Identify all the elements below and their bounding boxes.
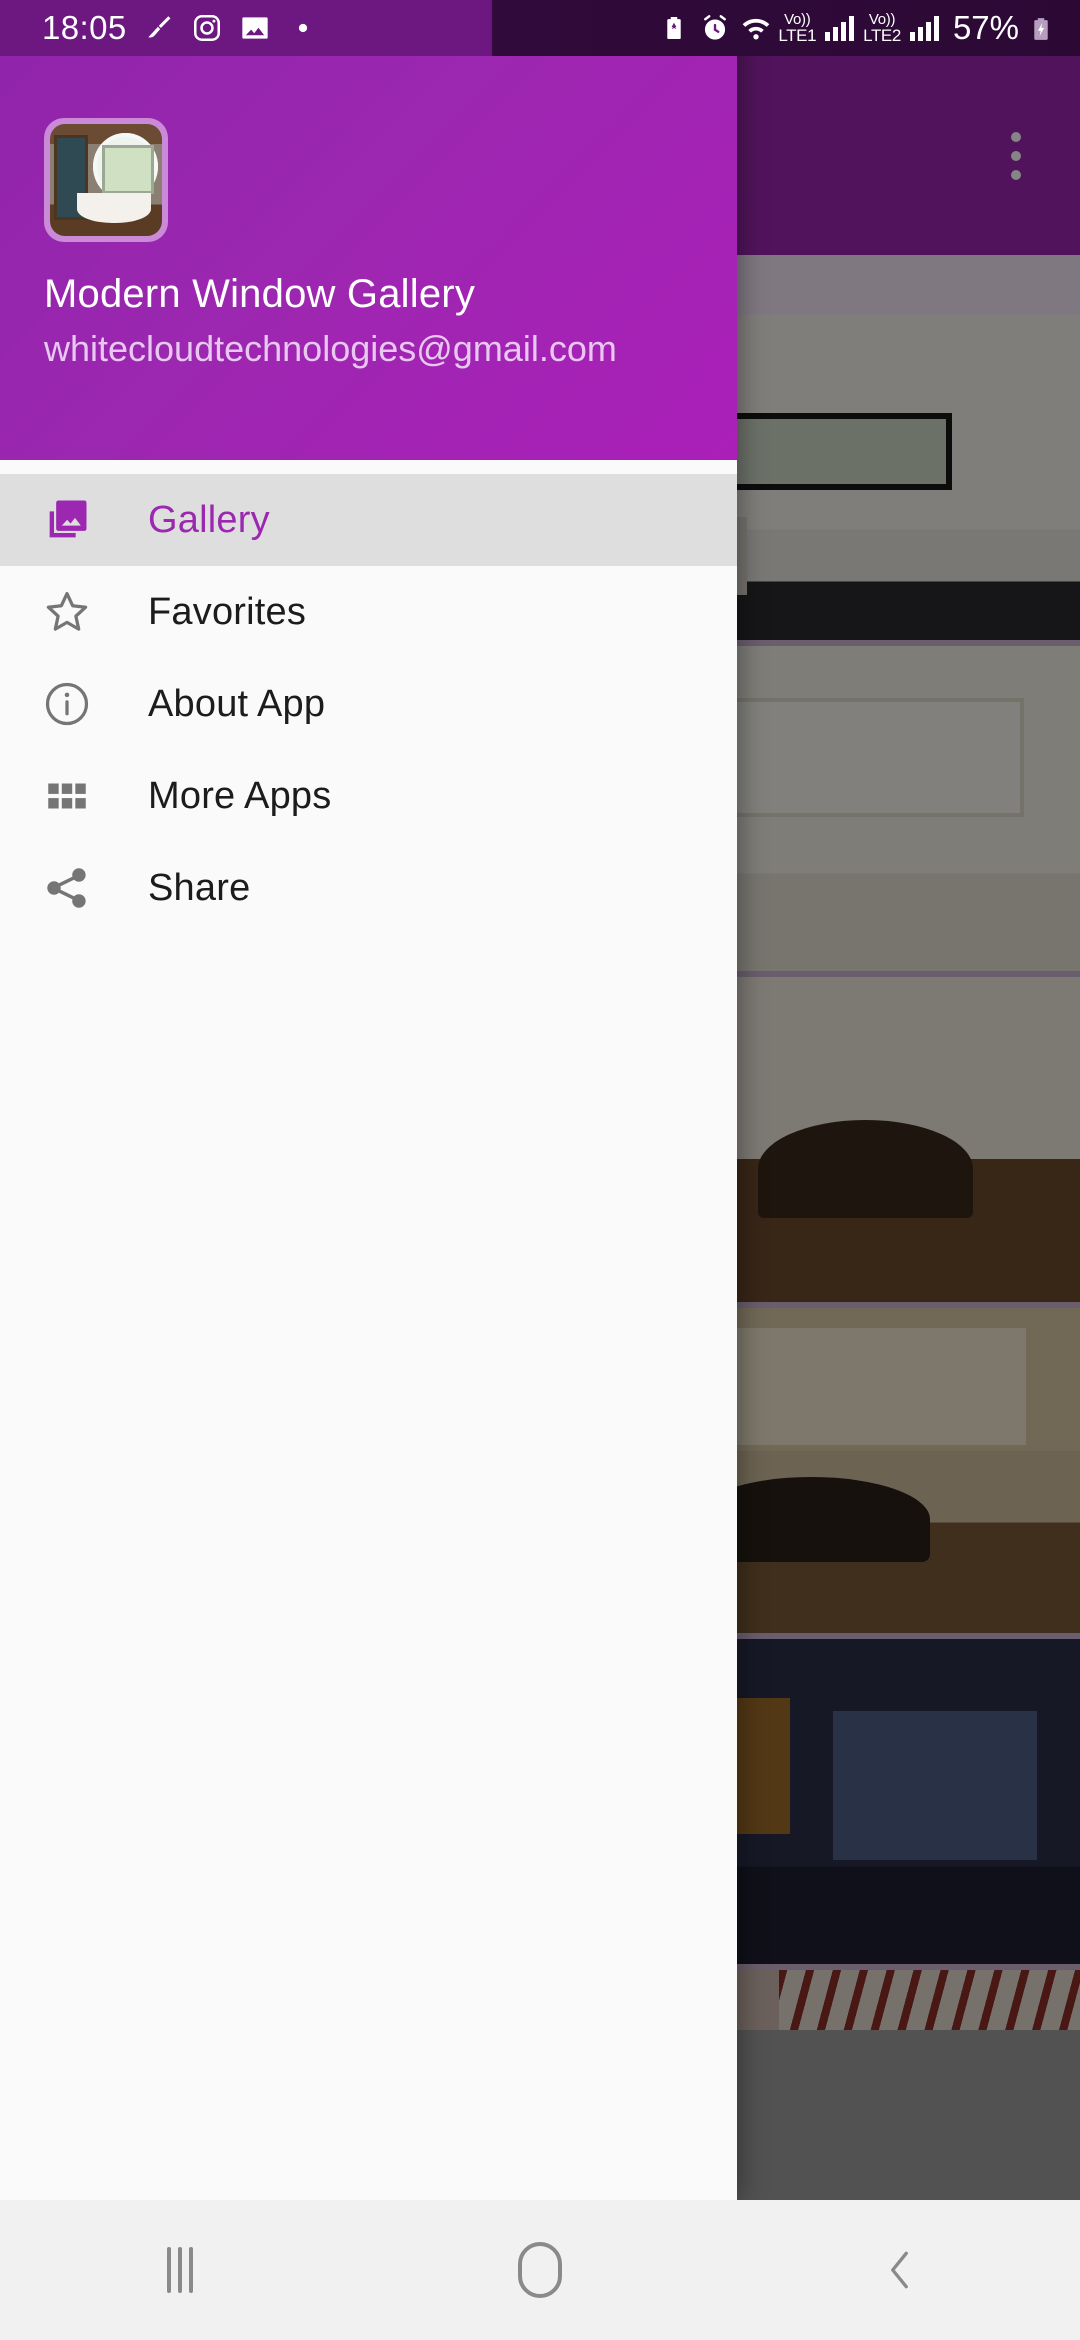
- sidebar-item-gallery[interactable]: Gallery: [0, 474, 737, 566]
- status-bar: 18:05 Vo)) LTE1 Vo)) LTE2 57%: [0, 0, 1080, 56]
- dot-icon: [287, 12, 319, 44]
- drawer-menu: Gallery Favorites About App More Apps Sh…: [0, 474, 737, 934]
- sidebar-item-label: Favorites: [148, 590, 307, 633]
- status-bar-left: 18:05: [42, 9, 319, 47]
- home-icon: [518, 2242, 562, 2298]
- sidebar-item-share[interactable]: Share: [0, 842, 737, 934]
- sidebar-item-more-apps[interactable]: More Apps: [0, 750, 737, 842]
- alarm-icon: [700, 12, 730, 44]
- instagram-icon: [191, 12, 223, 44]
- sim1-volte-indicator: Vo)) LTE1: [778, 11, 817, 45]
- wifi-icon: [739, 12, 770, 44]
- sim2-signal-icon: [909, 15, 939, 41]
- photo-library-icon: [38, 491, 96, 549]
- photos-icon: [239, 12, 271, 44]
- broom-icon: [143, 12, 175, 44]
- drawer-header: Modern Window Gallery whitecloudtechnolo…: [0, 0, 737, 460]
- drawer-app-title: Modern Window Gallery: [44, 272, 476, 316]
- star-outline-icon: [38, 583, 96, 641]
- status-clock: 18:05: [42, 9, 127, 46]
- back-button[interactable]: [720, 2200, 1080, 2340]
- charging-battery-icon: [1028, 12, 1058, 44]
- battery-saver-icon: [661, 12, 691, 44]
- phone-screen: Gallery: [0, 0, 1080, 2340]
- sidebar-item-label: More Apps: [148, 774, 332, 817]
- navigation-drawer[interactable]: Modern Window Gallery whitecloudtechnolo…: [0, 0, 737, 2200]
- apps-grid-icon: [38, 767, 96, 825]
- status-bar-right: Vo)) LTE1 Vo)) LTE2 57%: [661, 9, 1058, 47]
- home-button[interactable]: [360, 2200, 720, 2340]
- sim1-signal-icon: [825, 15, 855, 41]
- sidebar-item-label: Share: [148, 866, 251, 909]
- overflow-menu-icon[interactable]: [978, 118, 1054, 194]
- drawer-email: whitecloudtechnologies@gmail.com: [44, 328, 617, 369]
- drawer-divider: [0, 460, 737, 474]
- app-icon: [44, 118, 168, 242]
- recents-icon: [167, 2247, 193, 2293]
- share-icon: [38, 859, 96, 917]
- sidebar-item-label: Gallery: [148, 498, 270, 541]
- battery-percent-label: 57%: [952, 9, 1019, 46]
- back-chevron-icon: [875, 2242, 925, 2298]
- sim2-volte-indicator: Vo)) LTE2: [863, 11, 901, 45]
- sidebar-item-favorites[interactable]: Favorites: [0, 566, 737, 658]
- info-circle-icon: [38, 675, 96, 733]
- system-nav-bar: [0, 2200, 1080, 2340]
- sidebar-item-about-app[interactable]: About App: [0, 658, 737, 750]
- recents-button[interactable]: [0, 2200, 360, 2340]
- sidebar-item-label: About App: [148, 682, 326, 725]
